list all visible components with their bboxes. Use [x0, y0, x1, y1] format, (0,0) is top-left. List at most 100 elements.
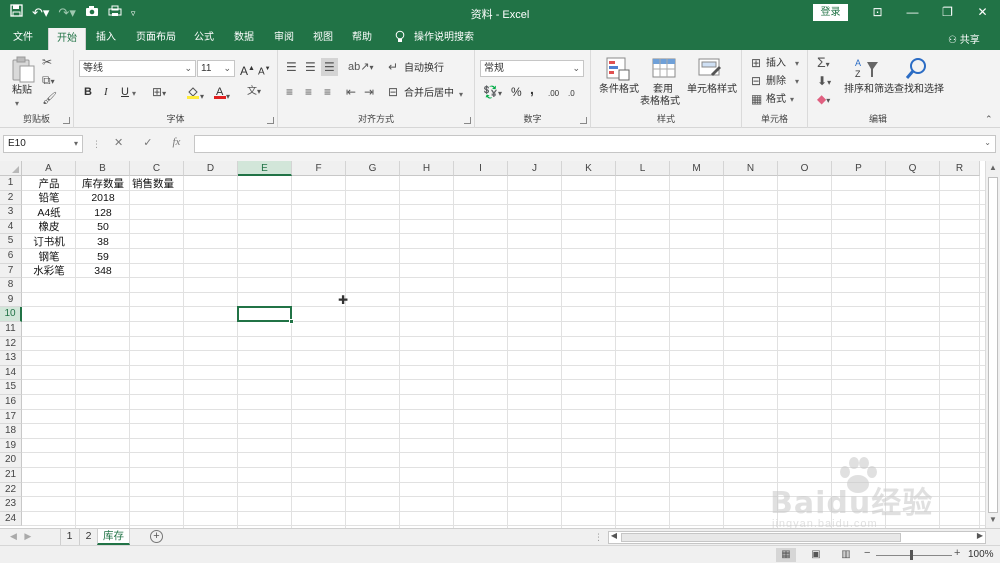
delete-cells-button[interactable]: 删除 — [766, 75, 786, 88]
column-header-b[interactable]: B — [76, 161, 130, 176]
percent-button[interactable]: % — [511, 86, 522, 99]
cell-a3[interactable]: A4纸 — [22, 206, 76, 220]
column-header-l[interactable]: L — [616, 161, 670, 176]
font-launcher-icon[interactable] — [267, 117, 274, 124]
tab-formulas[interactable]: 公式 — [194, 30, 214, 46]
sheet-tab-2[interactable]: 2 — [79, 529, 97, 545]
share-button[interactable]: ⚇ 共享 — [948, 31, 980, 46]
format-dropdown-icon[interactable]: ▾ — [790, 93, 794, 106]
cell-b1[interactable]: 库存数量 — [76, 177, 130, 191]
alignment-launcher-icon[interactable] — [464, 117, 471, 124]
column-header-o[interactable]: O — [778, 161, 832, 176]
zoom-level[interactable]: 100% — [968, 549, 994, 560]
grow-font-button[interactable]: A▲ — [240, 62, 255, 78]
expand-formula-icon[interactable]: ⌄ — [984, 138, 991, 147]
row-header-13[interactable]: 13 — [0, 351, 22, 366]
row-header-8[interactable]: 8 — [0, 278, 22, 293]
column-header-i[interactable]: I — [454, 161, 508, 176]
zoom-slider-track[interactable] — [876, 555, 952, 556]
sort-filter-icon[interactable]: AZ — [854, 56, 880, 80]
row-header-19[interactable]: 19 — [0, 438, 22, 454]
fill-handle[interactable] — [289, 319, 294, 324]
row-header-6[interactable]: 6 — [0, 249, 22, 264]
align-bottom-icon[interactable]: ☰ — [321, 58, 338, 76]
align-middle-icon[interactable]: ☰ — [305, 60, 316, 74]
font-name-select[interactable]: 等线 ⌄ — [79, 60, 196, 77]
tab-review[interactable]: 审阅 — [274, 30, 294, 46]
zoom-slider-knob[interactable] — [910, 550, 913, 560]
row-header-1[interactable]: 1 — [0, 176, 22, 191]
merge-center-button[interactable]: 合并后居中 — [404, 87, 454, 100]
insert-cells-button[interactable]: 插入 — [766, 57, 786, 70]
tab-insert[interactable]: 插入 — [96, 30, 116, 46]
row-header-16[interactable]: 16 — [0, 395, 22, 410]
border-icon[interactable]: ⊞▾ — [152, 85, 166, 101]
column-header-d[interactable]: D — [184, 161, 238, 176]
sheet-nav-arrows[interactable]: ◀ ▶ — [10, 531, 31, 542]
row-header-20[interactable]: 20 — [0, 453, 22, 468]
row-header-7[interactable]: 7 — [0, 263, 22, 279]
row-header-3[interactable]: 3 — [0, 205, 22, 220]
wrap-text-icon[interactable]: ↵ — [388, 60, 398, 74]
page-layout-view-icon[interactable]: ▣ — [806, 548, 826, 562]
cell-a4[interactable]: 橡皮 — [22, 220, 76, 234]
row-header-2[interactable]: 2 — [0, 190, 22, 206]
login-button[interactable]: 登录 — [813, 4, 848, 21]
shrink-font-button[interactable]: A▼ — [258, 63, 271, 78]
cell-b6[interactable]: 59 — [76, 250, 130, 264]
column-header-a[interactable]: A — [22, 161, 76, 176]
tell-me-search[interactable]: 操作说明搜索 — [414, 30, 474, 46]
increase-decimal-button[interactable]: .00 — [548, 87, 559, 100]
restore-icon[interactable]: ❐ — [930, 3, 965, 21]
cell-a2[interactable]: 铅笔 — [22, 191, 76, 205]
format-cells-icon[interactable]: ▦ — [751, 92, 762, 106]
select-all-corner[interactable] — [0, 161, 22, 176]
collapse-ribbon-icon[interactable]: ⌃ — [985, 112, 993, 126]
decrease-decimal-button[interactable]: .0 — [568, 87, 575, 100]
cell-b5[interactable]: 38 — [76, 235, 130, 249]
underline-dropdown-icon[interactable]: ▾ — [132, 87, 136, 100]
paste-dropdown-icon[interactable]: ▾ — [15, 97, 19, 110]
tab-file[interactable]: 文件 — [13, 30, 33, 46]
cancel-icon[interactable]: ✕ — [114, 136, 123, 149]
align-top-icon[interactable]: ☰ — [286, 60, 297, 74]
cell-styles-icon[interactable] — [697, 56, 723, 80]
format-painter-icon[interactable]: 🖌 — [42, 91, 57, 105]
merge-dropdown-icon[interactable]: ▾ — [459, 88, 463, 101]
column-header-m[interactable]: M — [670, 161, 724, 176]
insert-function-icon[interactable]: fx — [172, 136, 180, 149]
cell-b3[interactable]: 128 — [76, 206, 130, 220]
cell-c1[interactable]: 销售数量 — [130, 177, 184, 191]
row-header-22[interactable]: 22 — [0, 482, 22, 498]
cell-b7[interactable]: 348 — [76, 264, 130, 278]
row-header-11[interactable]: 11 — [0, 322, 22, 337]
fill-icon[interactable]: ⬇▾ — [817, 74, 831, 90]
zoom-in-icon[interactable]: + — [954, 547, 960, 559]
copy-icon[interactable]: ⧉▾ — [42, 73, 55, 89]
horizontal-scrollbar[interactable]: ◀ ▶ — [608, 531, 986, 544]
enter-icon[interactable]: ✓ — [143, 136, 152, 149]
delete-cells-icon[interactable]: ⊟ — [751, 74, 761, 88]
wrap-text-button[interactable]: 自动换行 — [404, 62, 444, 75]
row-header-14[interactable]: 14 — [0, 365, 22, 381]
row-header-23[interactable]: 23 — [0, 497, 22, 512]
sort-filter-button[interactable]: 排序和筛选 — [844, 83, 894, 96]
phonetic-icon[interactable]: 文▾ — [247, 85, 261, 99]
number-launcher-icon[interactable] — [580, 117, 587, 124]
row-header-12[interactable]: 12 — [0, 336, 22, 352]
cell-b4[interactable]: 50 — [76, 220, 130, 234]
horizontal-scroll-thumb[interactable] — [621, 533, 901, 542]
row-header-21[interactable]: 21 — [0, 468, 22, 483]
row-header-10[interactable]: 10 — [0, 307, 22, 322]
active-cell-border[interactable] — [237, 306, 292, 323]
column-header-n[interactable]: N — [724, 161, 778, 176]
conditional-formatting-button[interactable]: 条件格式 — [599, 83, 639, 96]
scroll-right-icon[interactable]: ▶ — [975, 531, 985, 540]
tab-split-icon[interactable]: ⋮ — [594, 530, 603, 544]
font-color-icon[interactable]: A ▾ — [214, 85, 230, 104]
cell-a1[interactable]: 产品 — [22, 177, 76, 191]
decrease-indent-icon[interactable]: ⇤ — [346, 85, 356, 99]
tab-home[interactable]: 开始 — [48, 28, 86, 50]
column-header-g[interactable]: G — [346, 161, 400, 176]
ribbon-display-icon[interactable]: ⊡ — [860, 3, 895, 21]
